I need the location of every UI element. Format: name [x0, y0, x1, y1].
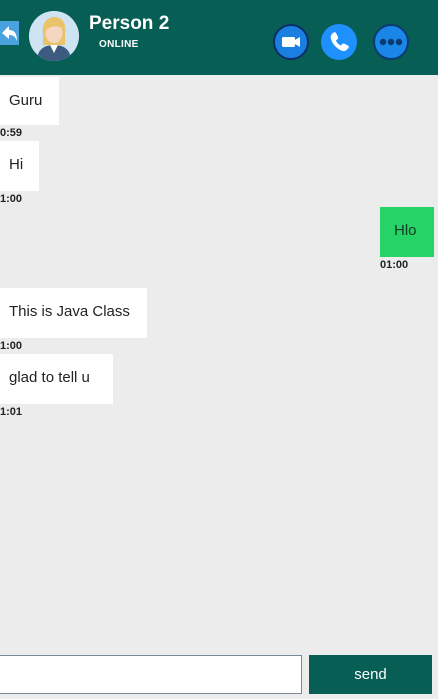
more-dots-icon [379, 38, 403, 46]
video-call-button[interactable] [273, 24, 309, 60]
online-status: ONLINE [99, 39, 139, 50]
message-time: 1:00 [0, 193, 23, 205]
message-bubble-incoming: glad to tell u [0, 354, 113, 404]
message-time: 1:00 [0, 340, 23, 352]
video-camera-icon [282, 37, 300, 47]
message-time: 1:01 [0, 406, 23, 418]
contact-name: Person 2 [89, 13, 170, 34]
more-options-button[interactable] [373, 24, 409, 60]
avatar [29, 11, 79, 61]
message-list: Guru 0:59 Hi 1:00 Hlo 01:00 This is Java… [0, 75, 438, 645]
composer: send [0, 645, 438, 699]
message-time: 0:59 [0, 127, 23, 139]
message-time: 01:00 [380, 259, 409, 271]
message-bubble-incoming: Hi [0, 141, 39, 191]
back-button[interactable] [0, 21, 19, 45]
message-bubble-incoming: This is Java Class [0, 288, 147, 338]
chat-header: Person 2 ONLINE [0, 0, 438, 75]
back-arrow-icon [2, 26, 17, 41]
send-button[interactable]: send [309, 655, 432, 694]
voice-call-button[interactable] [321, 24, 357, 60]
message-input[interactable] [0, 655, 302, 694]
message-bubble-outgoing: Hlo [380, 207, 434, 257]
phone-icon [330, 32, 349, 52]
person-avatar-icon [29, 11, 79, 61]
message-bubble-incoming: Guru [0, 77, 59, 125]
